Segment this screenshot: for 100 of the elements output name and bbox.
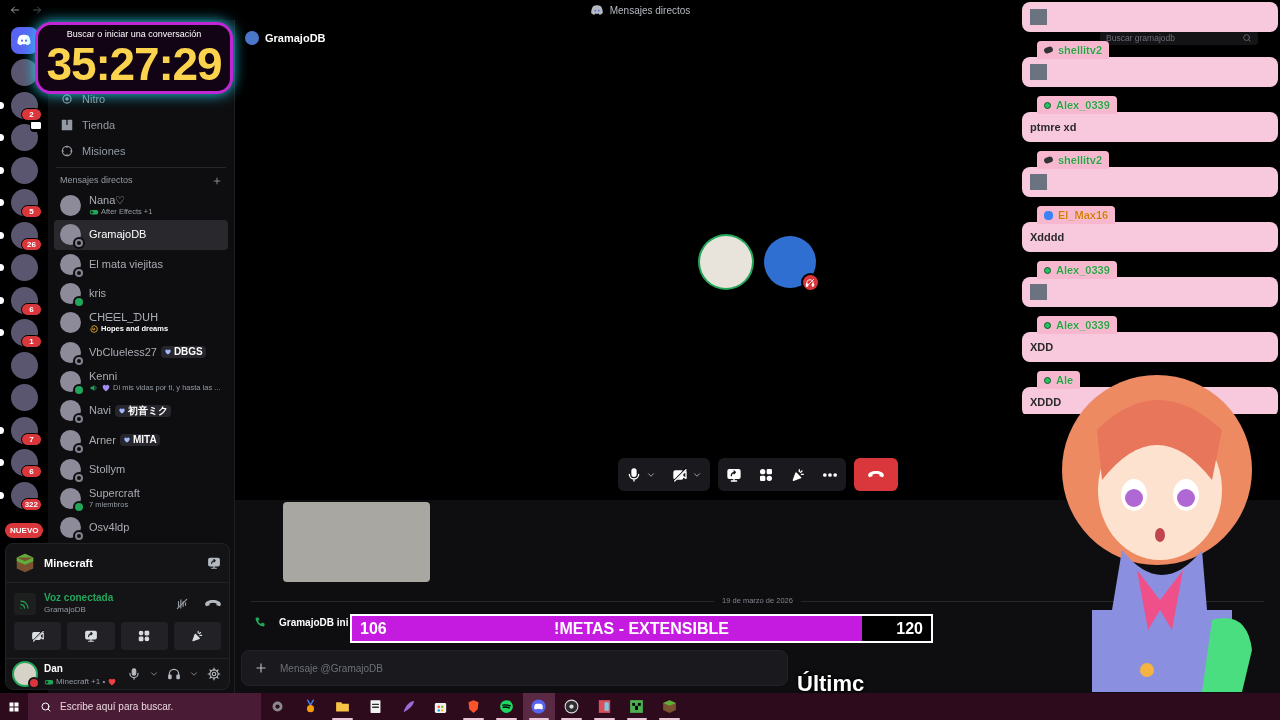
caption-label: Últimc — [797, 670, 865, 698]
soundboard-icon — [190, 629, 205, 643]
dm-item[interactable]: Arner MITA — [54, 425, 228, 455]
user-activity: Minecraft +1 • — [56, 675, 106, 688]
microphone-icon[interactable] — [127, 667, 141, 681]
home-button[interactable] — [10, 26, 38, 54]
grass-block-icon — [661, 698, 679, 715]
pill-badge — [1043, 155, 1054, 165]
contact-name: Kenni — [89, 369, 118, 383]
contact-name: Arner — [89, 433, 116, 447]
message-input[interactable]: Mensaje @GramajoDB — [241, 650, 788, 686]
taskbar-app[interactable] — [522, 693, 556, 720]
contact-name: Navi — [89, 404, 111, 418]
panel-button[interactable] — [173, 622, 221, 650]
plus-icon[interactable] — [212, 176, 222, 186]
panel-button[interactable] — [120, 622, 168, 650]
dm-item[interactable]: Navi 初音ミク — [54, 396, 228, 426]
unread-count-badge: 1 — [21, 335, 42, 348]
caret-icon[interactable] — [149, 669, 159, 679]
chat-message: XDDD — [1030, 394, 1062, 410]
dm-item[interactable]: Stollym — [54, 454, 228, 484]
search-hint: Buscar o iniciar una conversación — [66, 28, 202, 40]
chat-username: Alex_0339 — [1056, 317, 1110, 333]
pill-badge — [1043, 45, 1054, 55]
dm-item[interactable]: kris — [54, 278, 228, 309]
chat-message: ptmre xd — [1030, 119, 1077, 135]
voice-status: Voz conectada — [44, 591, 115, 604]
game-title: Minecraft — [44, 555, 94, 571]
dm-item[interactable]: VbClueless27 DBGS — [54, 337, 228, 367]
timer-text: 35:27:29 — [46, 39, 222, 88]
grass-block-icon — [14, 552, 36, 574]
profile-tag: 初音ミク — [115, 404, 171, 417]
heart-icon — [122, 436, 131, 444]
channel-title: GramajoDB — [265, 30, 327, 46]
chat-username: Ale — [1056, 372, 1074, 388]
chat-username: shellitv2 — [1058, 152, 1103, 168]
chat-username: shellitv2 — [1058, 42, 1103, 58]
call-message: GramajoDB ini — [279, 615, 349, 630]
contact-name: ᑕᕼᗴᗴᒪ_ᗪᑌᕼ — [89, 311, 159, 325]
discord-logo-icon — [589, 3, 604, 17]
voice-channel: GramajoDB — [44, 603, 87, 616]
more-icon — [822, 472, 837, 477]
window-title: Mensajes directos — [609, 3, 691, 18]
new-pill: NUEVO — [5, 523, 44, 538]
heart-icon — [163, 348, 172, 357]
user-name: Dan — [44, 661, 64, 676]
contact-name: El mata viejitas — [89, 257, 163, 271]
record-circle-icon — [563, 698, 581, 715]
user-avatar — [245, 31, 259, 45]
dm-item[interactable]: El mata viejitas — [54, 249, 228, 279]
dm-item[interactable]: Osv4ldp — [54, 513, 228, 541]
headphones-icon[interactable] — [167, 667, 181, 681]
nitro-icon — [60, 92, 74, 106]
noise-suppression-icon[interactable] — [175, 596, 189, 611]
back-arrow-icon[interactable] — [9, 4, 21, 16]
photo-placeholder — [1030, 284, 1047, 300]
activities-icon — [137, 629, 152, 643]
chat-username: El_Max16 — [1058, 207, 1109, 223]
panel-button[interactable] — [67, 622, 115, 650]
hang-up-button[interactable] — [853, 458, 898, 491]
photo-placeholder — [1030, 9, 1047, 25]
photo-placeholder — [1030, 174, 1047, 190]
contact-name: kris — [89, 287, 107, 301]
heart-icon — [101, 382, 111, 393]
contact-name: Stollym — [89, 462, 126, 476]
search-icon — [40, 700, 52, 713]
contact-name: Nana♡ — [89, 194, 126, 208]
hang-up-icon[interactable] — [205, 600, 221, 607]
section-header: Mensajes directos — [60, 174, 133, 188]
user-avatar — [60, 312, 81, 334]
settings-icon[interactable] — [207, 667, 221, 681]
shop-icon — [60, 118, 74, 132]
heart-icon — [107, 676, 118, 687]
contact-name: VbClueless27 — [89, 345, 157, 359]
contact-name: Osv4ldp — [89, 521, 130, 535]
caret-icon[interactable] — [189, 669, 199, 679]
goal-current: 106 — [359, 618, 387, 639]
screen-share-icon[interactable] — [207, 556, 221, 570]
goal-target: 120 — [896, 618, 924, 639]
hang-up-icon — [867, 471, 884, 478]
heart-icon — [118, 406, 126, 415]
profile-tag: MITA — [119, 434, 160, 446]
chat-message: XDD — [1030, 339, 1054, 355]
screen-share-icon — [83, 629, 98, 643]
taskbar-search-field[interactable]: Escribe aquí para buscar. — [28, 693, 261, 720]
nav-item[interactable]: Misiones — [48, 138, 234, 164]
profile-tag: DBGS — [160, 346, 206, 359]
music-circle-icon — [497, 698, 515, 715]
search-icon — [1242, 33, 1252, 43]
plus-icon — [254, 661, 268, 675]
screen-share-icon — [725, 466, 742, 483]
chat-username: Alex_0339 — [1056, 97, 1110, 113]
chat-message: Xdddd — [1030, 229, 1065, 245]
panel-button[interactable] — [14, 622, 62, 650]
chat-app-icon — [530, 698, 548, 715]
dm-item[interactable]: GramajoDB — [54, 220, 228, 250]
unread-count-badge: 6 — [21, 465, 42, 478]
creeper-face-icon — [628, 698, 646, 715]
nav-item[interactable]: Tienda — [48, 112, 234, 138]
contact-name: GramajoDB — [89, 228, 147, 242]
